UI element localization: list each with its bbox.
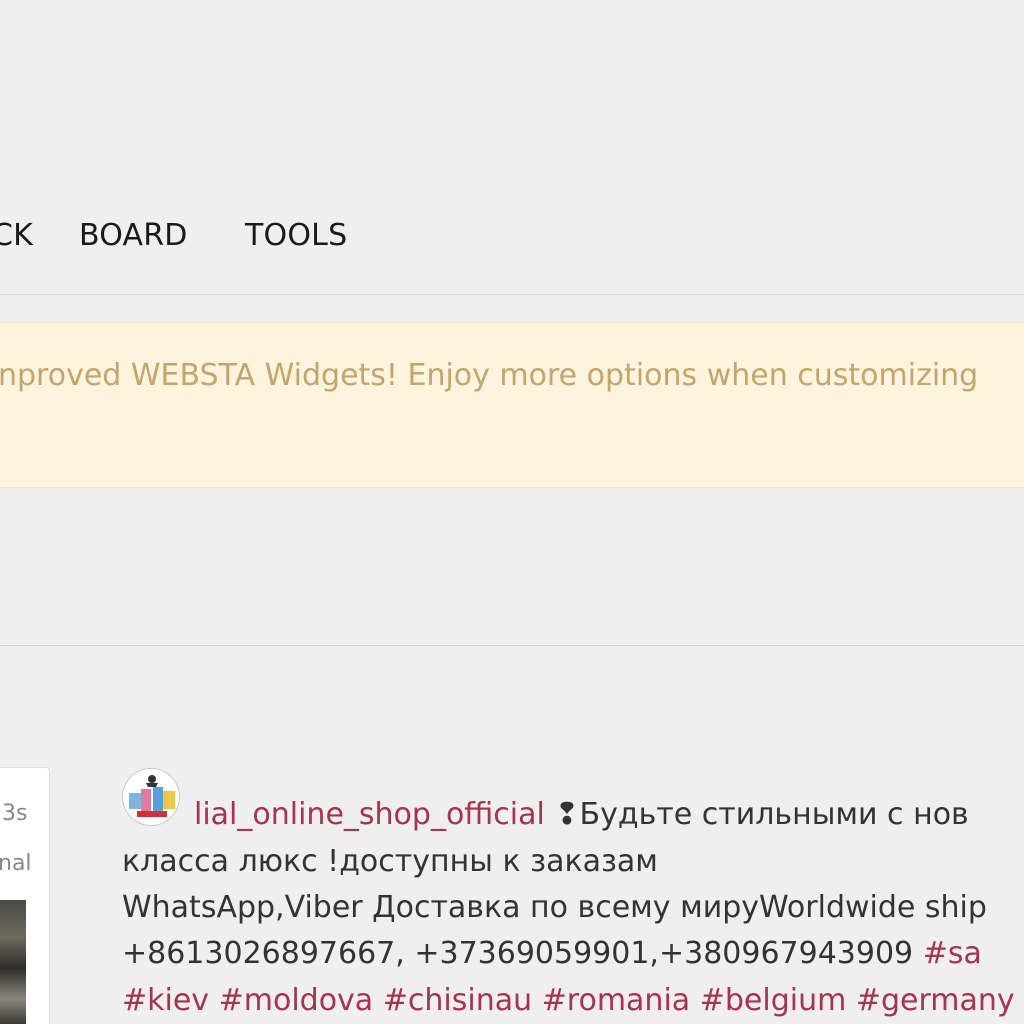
post-caption-line-4: +8613026897667, +37369059901,+3809679439… — [122, 939, 982, 969]
exclaim-marker: ❢ — [554, 797, 580, 832]
post-caption-line-3: WhatsApp,Viber Доставка по всему мируWor… — [122, 890, 987, 925]
media-card-thumbnail[interactable] — [0, 900, 26, 1024]
media-card-time: 3s — [2, 801, 28, 826]
avatar-logo-icon — [125, 771, 179, 825]
nav-divider — [0, 294, 1024, 295]
post-caption-line-1: lial_online_shop_official ❢Будьте стильн… — [194, 800, 969, 830]
user-avatar[interactable] — [122, 768, 180, 826]
notice-text: nproved WEBSTA Widgets! Enjoy more optio… — [0, 358, 979, 393]
hashtag-link[interactable]: #sa — [923, 936, 982, 971]
hashtag-link[interactable]: #moldova — [219, 983, 374, 1018]
nav-item-ck[interactable]: CK — [0, 218, 33, 253]
hashtag-link[interactable]: #romania — [542, 983, 691, 1018]
phone-numbers: +8613026897667, +37369059901,+3809679439… — [122, 936, 923, 971]
post-caption-line-2: класса люкс !доступны к заказам — [122, 844, 658, 879]
nav-item-tools[interactable]: TOOLS — [245, 218, 347, 253]
section-divider — [0, 645, 1024, 646]
hashtag-link[interactable]: #kiev — [122, 983, 209, 1018]
notice-banner — [0, 322, 1024, 488]
page: CK BOARD TOOLS nproved WEBSTA Widgets! E… — [0, 0, 1024, 1024]
post-caption-line-5: #kiev #moldova #chisinau #romania #belgi… — [122, 986, 1015, 1016]
post-username[interactable]: lial_online_shop_official — [194, 797, 545, 832]
media-card-label: nal — [0, 851, 32, 876]
nav-item-board[interactable]: BOARD — [79, 218, 188, 253]
hashtag-link[interactable]: #chisinau — [383, 983, 532, 1018]
hashtag-link[interactable]: #belgium — [700, 983, 847, 1018]
caption-text-1: Будьте стильными с нов — [579, 797, 969, 832]
hashtag-link[interactable]: #germany — [856, 983, 1015, 1018]
